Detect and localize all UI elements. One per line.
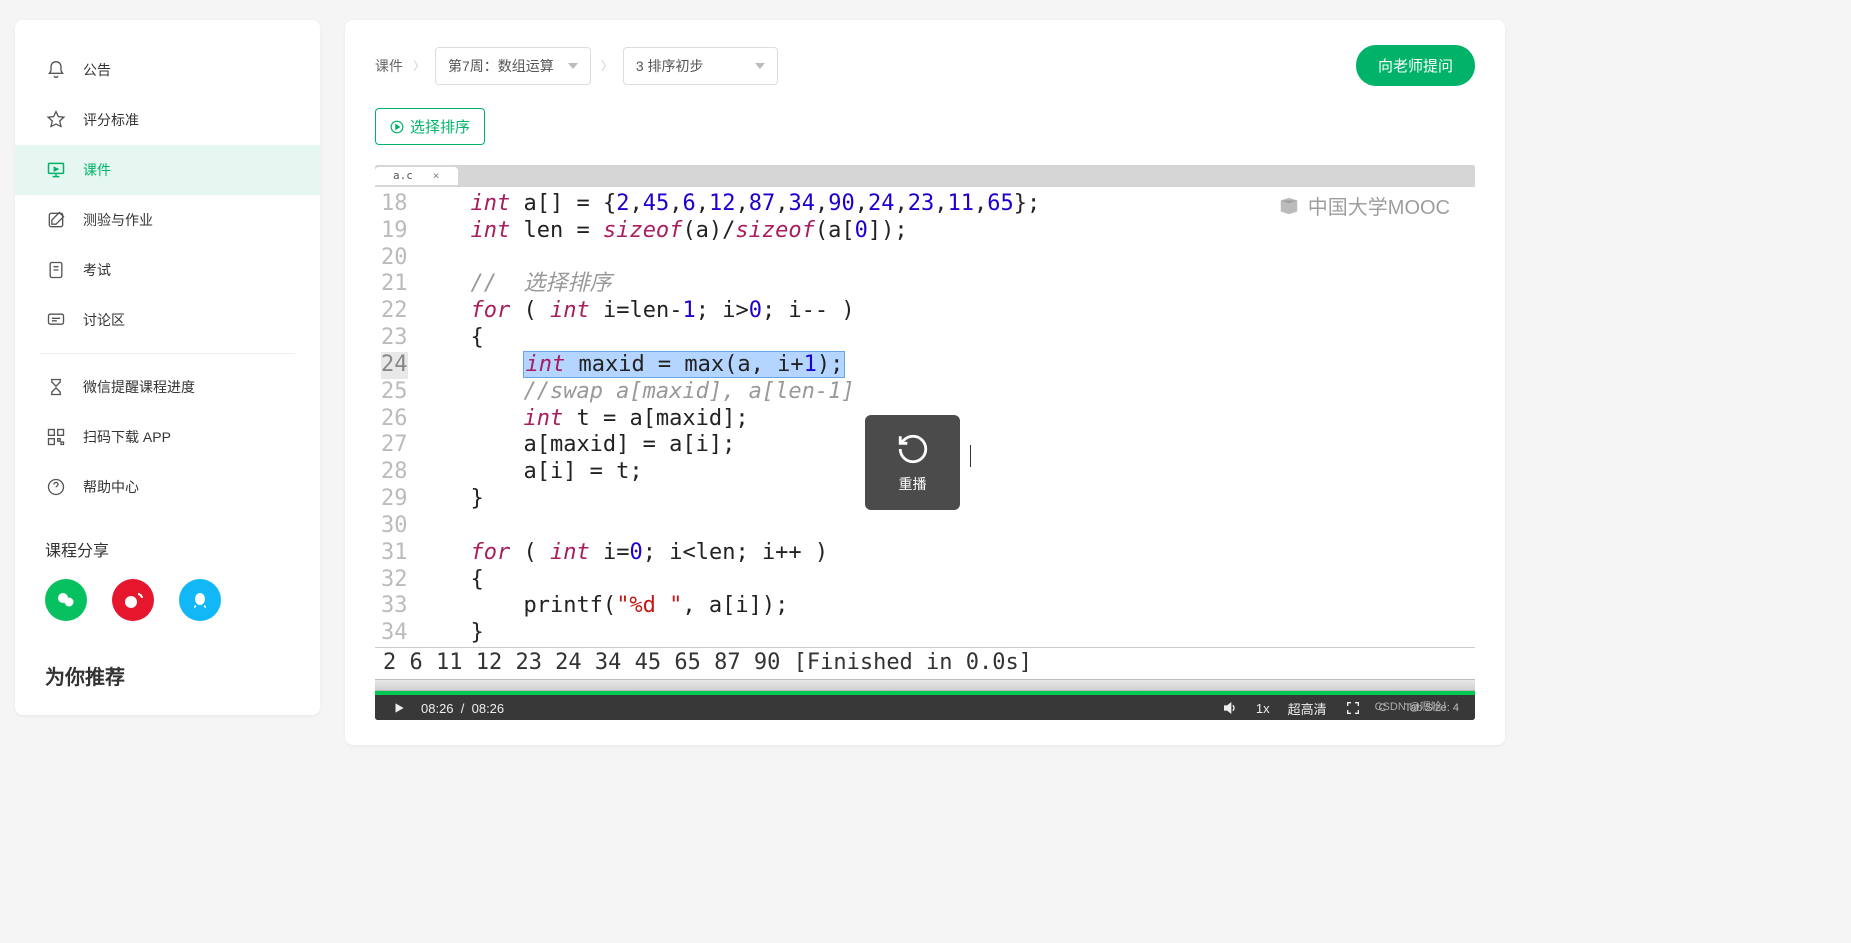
quality-control[interactable]: 超高清: [1288, 699, 1327, 718]
main-content: 课件 〉 第7周：数组运算 〉 3 排序初步 向老师提问 选择排序 a.c× 1…: [345, 20, 1505, 745]
play-circle-icon: [390, 120, 404, 134]
recommendations-title: 为你推荐: [15, 631, 320, 690]
line-gutter: 1819202122232425262728293031323334: [375, 191, 418, 647]
lesson-tag-label: 选择排序: [410, 116, 470, 137]
nav-homework[interactable]: 测验与作业: [15, 195, 320, 245]
fullscreen-icon[interactable]: [1345, 700, 1361, 716]
text-cursor: [970, 445, 971, 467]
mooc-logo: 中国大学MOOC: [1276, 191, 1450, 220]
nav-help[interactable]: 帮助中心: [15, 462, 320, 512]
video-controls: 08:26 / 08:26 24 characters selected 1x …: [375, 695, 1475, 720]
chevron-right-icon: 〉: [413, 57, 425, 74]
nav-label: 课件: [83, 160, 111, 180]
replay-button[interactable]: 重播: [865, 415, 960, 510]
volume-icon[interactable]: [1222, 700, 1238, 716]
nav-label: 测验与作业: [83, 210, 153, 230]
nav-discussion[interactable]: 讨论区: [15, 295, 320, 345]
watermark: CSDN @嗯哈！: [1375, 698, 1453, 714]
speed-control[interactable]: 1x: [1256, 701, 1270, 716]
share-title: 课程分享: [45, 537, 290, 561]
console-output: 2 6 11 12 23 24 34 45 65 87 90 [Finished…: [375, 647, 1475, 679]
nav-announcements[interactable]: 公告: [15, 45, 320, 95]
close-icon[interactable]: ×: [433, 169, 440, 182]
nav-grading[interactable]: 评分标准: [15, 95, 320, 145]
nav-wechat-reminder[interactable]: 微信提醒课程进度: [15, 362, 320, 412]
share-weibo[interactable]: [112, 579, 154, 621]
message-icon: [45, 309, 67, 331]
video-player: a.c× 1819202122232425262728293031323334 …: [375, 165, 1475, 720]
nav-label: 帮助中心: [83, 477, 139, 497]
hourglass-icon: [45, 376, 67, 398]
nav-download-app[interactable]: 扫码下载 APP: [15, 412, 320, 462]
bell-icon: [45, 59, 67, 81]
presentation-icon: [45, 159, 67, 181]
play-icon[interactable]: [391, 700, 407, 716]
editor-tab[interactable]: a.c×: [375, 167, 458, 184]
file-icon: [45, 259, 67, 281]
panel-divider: [375, 679, 1475, 691]
nav-label: 公告: [83, 60, 111, 80]
nav-label: 微信提醒课程进度: [83, 377, 195, 397]
nav-label: 讨论区: [83, 310, 125, 330]
week-select[interactable]: 第7周：数组运算: [435, 47, 591, 85]
nav-label: 考试: [83, 260, 111, 280]
divider: [40, 353, 295, 354]
chevron-right-icon: 〉: [601, 57, 613, 74]
breadcrumb-root[interactable]: 课件: [375, 56, 403, 76]
replay-icon: [896, 432, 930, 466]
lesson-tag[interactable]: 选择排序: [375, 108, 485, 145]
ask-teacher-button[interactable]: 向老师提问: [1356, 45, 1475, 86]
time-display: 08:26 / 08:26: [421, 701, 504, 716]
nav-exam[interactable]: 考试: [15, 245, 320, 295]
qr-icon: [45, 426, 67, 448]
replay-label: 重播: [899, 474, 927, 494]
share-wechat[interactable]: [45, 579, 87, 621]
help-icon: [45, 476, 67, 498]
nav-label: 评分标准: [83, 110, 139, 130]
lesson-select[interactable]: 3 排序初步: [623, 47, 778, 85]
star-outline-icon: [45, 109, 67, 131]
nav-courseware[interactable]: 课件: [15, 145, 320, 195]
edit-icon: [45, 209, 67, 231]
share-qq[interactable]: [179, 579, 221, 621]
breadcrumb-bar: 课件 〉 第7周：数组运算 〉 3 排序初步 向老师提问: [375, 45, 1475, 86]
editor-tab-bar: a.c×: [375, 165, 1475, 187]
sidebar: 公告 评分标准 课件 测验与作业 考试 讨论区 微信提醒课程进度 扫: [15, 20, 320, 715]
nav-label: 扫码下载 APP: [83, 427, 171, 447]
